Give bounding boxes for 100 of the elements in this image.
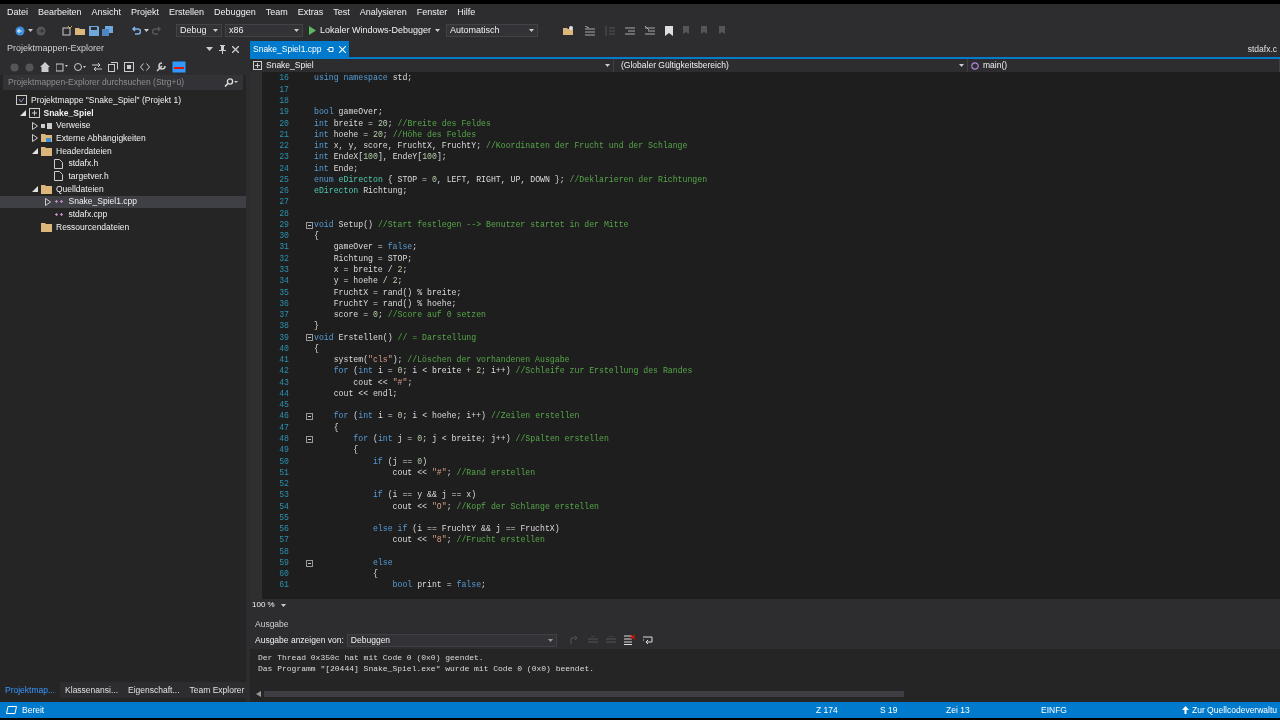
expanded-arrow-icon[interactable] (32, 148, 38, 155)
pin-icon[interactable] (219, 44, 226, 54)
collapse-icon[interactable] (305, 221, 313, 229)
panel-title: Ausgabe (255, 617, 289, 631)
code-line: using namespace std; (314, 72, 413, 85)
panel-tab[interactable]: Klassenansi... (60, 682, 123, 698)
back-icon[interactable] (15, 25, 25, 36)
open-folder-icon[interactable] (75, 25, 86, 36)
caret-icon (213, 29, 218, 32)
tree-item[interactable]: stdafx.h (0, 157, 246, 171)
panel-tab[interactable]: Eigenschaft... (123, 682, 185, 698)
line-number: 26 (278, 185, 289, 198)
menu-item[interactable]: Hilfe (452, 6, 481, 20)
folder-icon (41, 133, 52, 144)
references-icon (41, 122, 52, 129)
code-line: eDirecton Richtung; (314, 185, 408, 198)
collapse-icon[interactable] (305, 559, 313, 567)
tree-item[interactable]: Snake_Spiel1.cpp (0, 195, 246, 209)
code-line: for (int i = 0; i < hoehe; i++) //Zeilen erstellen (332, 410, 580, 423)
tree-item[interactable]: Quelldateien (0, 182, 246, 196)
tree-item[interactable]: Verweise (0, 119, 246, 133)
folder-icon[interactable] (563, 25, 576, 36)
sync-icon[interactable] (92, 62, 102, 72)
menu-item[interactable]: Analysieren (354, 6, 412, 20)
collapse-icon[interactable] (305, 334, 313, 342)
source-control-button[interactable]: Zur Quellcodeverwaltu (1182, 703, 1280, 717)
home-icon[interactable] (40, 62, 50, 72)
collapsed-arrow-icon[interactable] (32, 121, 38, 130)
configuration-dropdown[interactable]: Debug (176, 24, 222, 37)
dropdown-icon[interactable] (206, 46, 213, 52)
collapsed-arrow-icon[interactable] (44, 197, 51, 206)
menu-item[interactable]: Erstellen (164, 6, 210, 20)
line-number: 45 (278, 399, 289, 412)
scrollbar-thumb[interactable] (264, 691, 904, 697)
line-number: 22 (278, 140, 289, 153)
code-line: x = breite / 2; (332, 264, 408, 276)
output-line: Das Programm "[20444] Snake_Spiel.exe" wurde mit Code 0 (0x0) beendet. (258, 663, 596, 674)
code-icon[interactable] (140, 63, 150, 71)
caret-icon[interactable] (144, 29, 149, 32)
tree-item[interactable]: Ressourcendateien (0, 220, 246, 234)
zoom-dropdown[interactable]: 100 % (250, 599, 286, 611)
file-tab[interactable]: Snake_Spiel1.cpp (250, 41, 349, 57)
code-line: else if (i == FruchtY && j == FruchtX) (371, 523, 560, 535)
code-line: { (352, 444, 359, 457)
code-line: void Setup() //Start festlegen --> Benutzer startet in der Mitte (314, 218, 629, 231)
expanded-arrow-icon[interactable] (19, 110, 26, 117)
menu-item[interactable]: Debuggen (209, 6, 261, 20)
line-number: 16 (278, 72, 289, 85)
menu-item[interactable]: Bearbeiten (33, 6, 87, 20)
menu-item[interactable]: Projekt (126, 6, 165, 20)
line-number: 49 (278, 444, 289, 457)
start-debugging-button[interactable]: Lokaler Windows-Debugger (306, 24, 444, 37)
code-line: { (314, 342, 319, 355)
caret-icon[interactable] (28, 29, 33, 32)
code-line: cout << "#"; (352, 376, 413, 389)
save-all-icon[interactable] (102, 25, 113, 36)
code-line: } (314, 320, 319, 333)
tree-item[interactable]: Externe Abhängigkeiten (0, 132, 246, 145)
tree-item[interactable]: targetver.h (0, 170, 246, 183)
list-icon[interactable] (585, 25, 596, 36)
menu-item[interactable]: Test (328, 6, 355, 20)
tree-item[interactable]: stdafx.cpp (0, 208, 246, 221)
panel-tab[interactable]: Projektmap... (0, 682, 61, 698)
search-icon[interactable] (224, 78, 238, 87)
code-line: else (371, 556, 393, 569)
collapsed-arrow-icon[interactable] (32, 134, 38, 143)
solution-configuration-dropdown[interactable]: Automatisch (446, 24, 539, 37)
wrench-icon[interactable] (156, 62, 166, 72)
menu-item[interactable]: Team (260, 6, 293, 20)
pin-icon[interactable] (326, 46, 334, 52)
expanded-arrow-icon[interactable] (32, 186, 38, 193)
char-indicator: Zei 13 (946, 703, 971, 717)
menu-item[interactable]: Extras (292, 6, 329, 20)
close-icon[interactable] (232, 45, 239, 53)
collapse-icon[interactable] (305, 435, 313, 443)
search-field[interactable]: Projektmappen-Explorer durchsuchen (Strg+ü) (3, 75, 243, 90)
save-icon[interactable] (89, 25, 99, 36)
panel-tab[interactable]: Team Explorer (184, 682, 250, 698)
tree-item[interactable]: Headerdateien (0, 144, 246, 158)
code-line: gameOver = false; (332, 241, 418, 254)
undo-icon[interactable] (131, 25, 141, 36)
tree-item[interactable]: Snake_Spiel (0, 106, 246, 120)
collapse-icon[interactable] (305, 413, 313, 421)
menu-item[interactable]: Datei (2, 6, 33, 20)
platform-dropdown[interactable]: x86 (225, 24, 303, 37)
scroll-left-icon[interactable] (256, 691, 261, 697)
output-source-dropdown[interactable]: Debuggen (346, 633, 557, 647)
code-line: if (j == 0) (371, 455, 428, 468)
caret-icon (959, 64, 964, 67)
code-line: int EndeX[100], EndeY[100]; (314, 151, 447, 164)
bookmark-icon[interactable] (665, 25, 674, 36)
file-tab[interactable]: stdafx.c (1244, 41, 1280, 57)
line-number: 59 (278, 556, 289, 569)
menu-item[interactable]: Ansicht (86, 6, 127, 20)
tree-item[interactable]: Projektmappe "Snake_Spiel" (Projekt 1) (0, 94, 246, 107)
line-number: 44 (278, 387, 289, 400)
caret-icon (529, 29, 535, 32)
clear-all-icon[interactable] (623, 635, 635, 645)
code-line: { (371, 568, 378, 581)
menu-item[interactable]: Fenster (411, 6, 453, 20)
